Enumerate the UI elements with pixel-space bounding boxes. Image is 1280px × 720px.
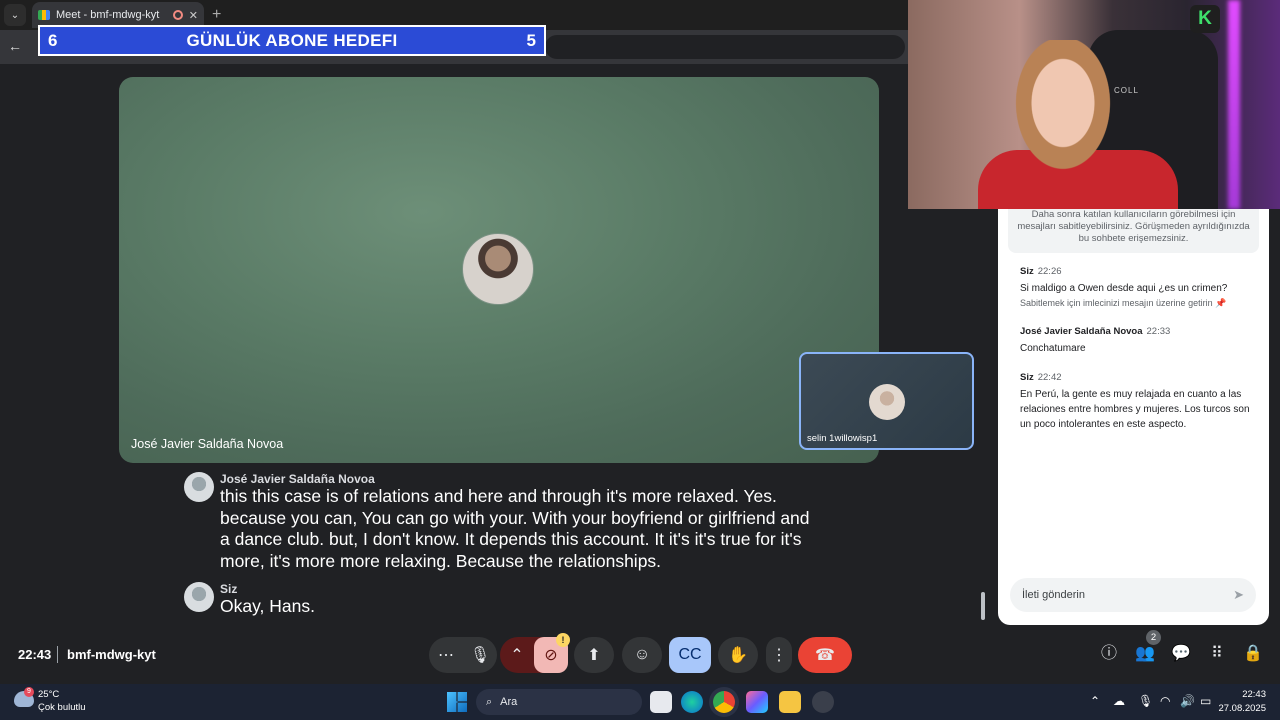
back-arrow-icon[interactable]: ← — [8, 38, 22, 54]
meet-favicon — [38, 10, 50, 20]
search-label: Ara — [500, 696, 518, 708]
mic-icon[interactable]: 🎙 — [463, 645, 497, 665]
people-icon[interactable]: 👥 — [1134, 643, 1156, 665]
obs-icon[interactable] — [812, 691, 834, 713]
raise-hand-icon[interactable]: ✋ — [718, 637, 758, 673]
self-view-tile[interactable]: selin 1willowisp1 — [799, 352, 974, 450]
tab-close-icon[interactable]: ✕ — [189, 9, 198, 22]
caption-entry: Siz Okay, Hans. — [184, 582, 810, 618]
meeting-time: 22:43 — [18, 647, 52, 662]
windows-start-icon[interactable] — [447, 692, 467, 712]
caption-entry: José Javier Saldaña Novoa this this case… — [184, 472, 810, 572]
weather-condition[interactable]: Çok bulutlu — [38, 702, 86, 713]
message-text: Si maldigo a Owen desde aqui ¿es un crim… — [1020, 283, 1228, 294]
caption-speaker: José Javier Saldaña Novoa — [220, 472, 375, 486]
present-icon[interactable]: ⬆ — [574, 637, 614, 673]
banner-title: GÜNLÜK ABONE HEDEFI — [186, 30, 398, 50]
host-controls-icon[interactable]: 🔒 — [1242, 643, 1264, 665]
file-explorer-alt-icon[interactable] — [650, 691, 672, 713]
clock-date[interactable]: 27.08.2025 — [1214, 703, 1266, 714]
self-name: selin 1willowisp1 — [807, 433, 878, 444]
chevron-up-icon[interactable]: ⌃ — [1090, 694, 1100, 708]
meeting-code: bmf-mdwg-kyt — [67, 647, 156, 662]
message-sender: José Javier Saldaña Novoa — [1020, 326, 1143, 337]
caption-scrollbar[interactable] — [981, 592, 985, 620]
microphone-tray-icon[interactable]: 🎙 — [1138, 694, 1153, 708]
rgb-light — [1228, 0, 1240, 209]
more-vert-icon[interactable]: ⋮ — [766, 637, 792, 673]
camera-warning-badge: ! — [556, 633, 570, 647]
banner-left-number: 6 — [48, 30, 58, 50]
caption-speaker: Siz — [220, 582, 238, 596]
clock-time[interactable]: 22:43 — [1222, 689, 1266, 700]
captions-icon[interactable]: CC — [669, 637, 711, 673]
mic-control-group: ⋯ 🎙 — [429, 637, 497, 673]
chat-message-input[interactable]: İleti gönderin ➤ — [1010, 578, 1256, 612]
recording-icon — [172, 10, 183, 20]
wifi-icon[interactable]: ◠ — [1160, 694, 1170, 708]
emoji-icon[interactable]: ☺ — [622, 637, 662, 673]
banner-right-number: 5 — [526, 30, 536, 50]
edge-icon[interactable] — [681, 691, 703, 713]
message-sender: Siz — [1020, 266, 1034, 277]
chat-message[interactable]: Siz 22:42 En Perú, la gente es muy relaja… — [1020, 372, 1255, 432]
message-time: 22:42 — [1037, 372, 1062, 383]
more-options-icon[interactable]: ⋯ — [429, 645, 463, 665]
volume-icon[interactable]: 🔊 — [1180, 694, 1195, 708]
chat-input-placeholder: İleti gönderin — [1022, 589, 1085, 601]
taskbar-search[interactable]: ⌕ Ara — [476, 689, 642, 715]
chat-icon[interactable]: 💬 — [1170, 643, 1192, 665]
weather-temperature[interactable]: 25°C — [38, 689, 59, 700]
send-icon[interactable]: ➤ — [1233, 587, 1244, 603]
kick-logo: K — [1190, 5, 1220, 33]
chat-panel: Daha sonra katılan kullanıcıların görebi… — [998, 209, 1269, 625]
self-avatar — [869, 384, 905, 420]
caption-avatar — [184, 582, 214, 612]
main-participant-tile[interactable]: José Javier Saldaña Novoa — [119, 77, 879, 463]
chevron-up-icon[interactable]: ⌃ — [500, 645, 534, 665]
activities-icon[interactable]: ⠿ — [1206, 643, 1228, 665]
tab-title: Meet - bmf-mdwg-kyt — [56, 9, 160, 21]
caption-avatar — [184, 472, 214, 502]
hang-up-icon[interactable]: ☎ — [798, 637, 852, 673]
weather-badge: 9 — [24, 687, 34, 697]
streamer-webcam: COLL K — [908, 0, 1280, 209]
pin-hint: Sabitlemek için imlecinizi mesajın üzeri… — [1020, 298, 1213, 308]
onedrive-icon[interactable]: ☁ — [1113, 694, 1125, 708]
address-bar[interactable] — [545, 35, 905, 59]
windows-taskbar: 9 25°C Çok bulutlu ⌕ Ara ⌃ ☁ 🎙 ◠ 🔊 ▭ 22:… — [0, 684, 1280, 720]
participant-avatar — [462, 233, 534, 305]
participant-name: José Javier Saldaña Novoa — [131, 437, 284, 451]
message-sender: Siz — [1020, 372, 1034, 383]
folder-icon[interactable] — [779, 691, 801, 713]
caption-text: this this case is of relations and here … — [220, 486, 810, 571]
copilot-icon[interactable] — [746, 691, 768, 713]
chat-notice: Daha sonra katılan kullanıcıların görebi… — [1008, 209, 1259, 253]
message-text: En Perú, la gente es muy relajada en cua… — [1020, 389, 1250, 430]
message-time: 22:33 — [1146, 326, 1171, 337]
divider — [57, 646, 58, 663]
chat-message[interactable]: Siz 22:26 Si maldigo a Owen desde aqui ¿e… — [1020, 266, 1255, 309]
tab-list-icon[interactable]: ⌄ — [4, 4, 26, 26]
new-tab-button[interactable]: + — [212, 6, 221, 24]
pin-icon[interactable]: 📌 — [1215, 298, 1226, 308]
people-count-badge: 2 — [1146, 630, 1161, 645]
subscriber-goal-banner: 6 GÜNLÜK ABONE HEDEFI 5 — [38, 25, 546, 56]
chat-message[interactable]: José Javier Saldaña Novoa 22:33 Conchatum… — [1020, 326, 1255, 356]
message-time: 22:26 — [1037, 266, 1062, 277]
message-text: Conchatumare — [1020, 343, 1086, 354]
search-icon: ⌕ — [486, 695, 493, 708]
battery-icon[interactable]: ▭ — [1200, 694, 1211, 708]
caption-text: Okay, Hans. — [220, 596, 315, 616]
streamer-face — [1008, 40, 1118, 180]
info-icon[interactable]: ⓘ — [1098, 643, 1120, 665]
chrome-icon[interactable] — [713, 691, 735, 713]
